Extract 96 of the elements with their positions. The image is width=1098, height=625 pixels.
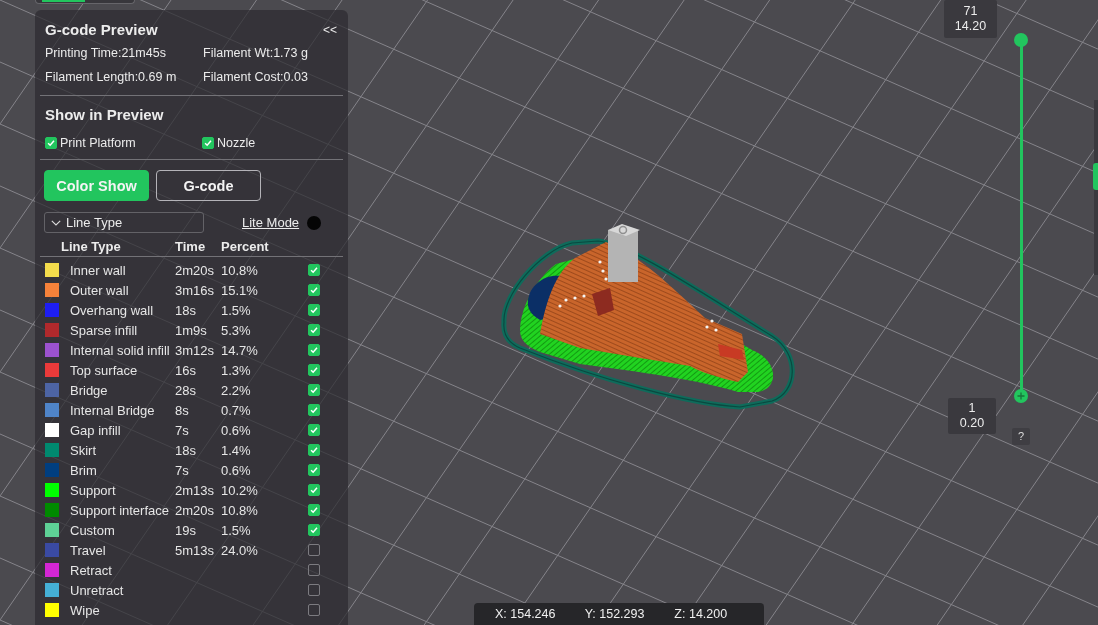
time-cell: 16s xyxy=(175,362,196,378)
percent-cell: 0.6% xyxy=(221,422,251,438)
percent-cell: 1.4% xyxy=(221,442,251,458)
visibility-checkbox[interactable] xyxy=(308,444,320,456)
panel-title: G-code Preview xyxy=(45,20,158,40)
stat-text: Filament Length:0.69 m xyxy=(45,69,177,85)
coordinate-text: X: 154.246 xyxy=(495,606,557,622)
layer-height: 14.20 xyxy=(954,19,987,34)
collapse-button[interactable]: << xyxy=(323,23,337,37)
visibility-checkbox[interactable] xyxy=(308,304,320,316)
visibility-checkbox[interactable] xyxy=(308,504,320,516)
checkbox-label: Nozzle xyxy=(217,135,256,151)
toggle-dot-icon[interactable] xyxy=(307,215,322,230)
time-cell: 8s xyxy=(175,402,189,418)
visibility-checkbox[interactable] xyxy=(308,284,320,296)
section-title: Show in Preview xyxy=(45,105,164,125)
time-cell: 1m9s xyxy=(175,322,207,338)
checkbox-label: Print Platform xyxy=(60,135,136,151)
visibility-checkbox[interactable] xyxy=(308,384,320,396)
line-type-name: Sparse infill xyxy=(70,322,138,338)
visibility-checkbox[interactable] xyxy=(308,344,320,356)
line-type-name: Inner wall xyxy=(70,262,126,278)
coordinate-text: Y: 152.293 xyxy=(584,606,646,622)
time-cell: 3m12s xyxy=(175,342,215,358)
chevron-down-icon xyxy=(51,219,61,226)
column-header: Percent xyxy=(221,240,269,254)
percent-cell: 24.0% xyxy=(221,542,258,558)
view-mode-button[interactable]: G-code xyxy=(156,170,261,201)
line-type-name: Gap infill xyxy=(70,422,121,438)
visibility-checkbox[interactable] xyxy=(308,524,320,536)
visibility-checkbox[interactable] xyxy=(308,464,320,476)
time-cell: 2m20s xyxy=(175,502,215,518)
line-type-name: Support interface xyxy=(70,502,169,518)
side-panel-handle[interactable] xyxy=(1093,163,1098,190)
time-cell: 18s xyxy=(175,442,196,458)
stat-text: Filament Cost:0.03 xyxy=(203,69,308,85)
percent-cell: 10.8% xyxy=(221,502,258,518)
visibility-checkbox[interactable] xyxy=(308,584,320,596)
slider-thumb[interactable] xyxy=(1014,33,1028,47)
line-type-name: Outer wall xyxy=(70,282,129,298)
time-cell: 2m20s xyxy=(175,262,215,278)
layer-number: 71 xyxy=(963,4,978,19)
time-cell: 5m13s xyxy=(175,542,215,558)
line-type-name: Top surface xyxy=(70,362,138,378)
percent-cell: 1.5% xyxy=(221,302,251,318)
percent-cell: 1.3% xyxy=(221,362,251,378)
layer-height: 0.20 xyxy=(959,416,985,431)
percent-cell: 10.2% xyxy=(221,482,258,498)
column-header: Line Type xyxy=(61,240,121,254)
coordinate-text: Z: 14.200 xyxy=(674,606,729,622)
visibility-checkbox[interactable] xyxy=(308,364,320,376)
lite-mode-link[interactable]: Lite Mode xyxy=(242,214,300,231)
time-cell: 2m13s xyxy=(175,482,215,498)
visibility-checkbox[interactable] xyxy=(308,404,320,416)
checkbox[interactable] xyxy=(202,137,214,149)
line-type-name: Internal solid infill xyxy=(70,342,170,358)
line-type-name: Travel xyxy=(70,542,106,558)
time-cell: 18s xyxy=(175,302,196,318)
slider-thumb[interactable] xyxy=(1014,389,1028,403)
time-cell: 3m16s xyxy=(175,282,215,298)
line-type-name: Unretract xyxy=(70,582,124,598)
percent-cell: 2.2% xyxy=(221,382,251,398)
view-type-dropdown[interactable]: Line Type xyxy=(44,212,204,233)
layer-number: 1 xyxy=(968,401,976,416)
column-header: Time xyxy=(175,240,206,254)
stat-text: Printing Time:21m45s xyxy=(45,45,166,61)
stat-text: Filament Wt:1.73 g xyxy=(203,45,308,61)
percent-cell: 0.6% xyxy=(221,462,251,478)
time-cell: 7s xyxy=(175,422,189,438)
line-type-name: Brim xyxy=(70,462,97,478)
line-type-name: Retract xyxy=(70,562,112,578)
percent-cell: 0.7% xyxy=(221,402,251,418)
visibility-checkbox[interactable] xyxy=(308,264,320,276)
line-type-name: Skirt xyxy=(70,442,96,458)
line-type-name: Support xyxy=(70,482,116,498)
percent-cell: 5.3% xyxy=(221,322,251,338)
line-type-name: Internal Bridge xyxy=(70,402,155,418)
visibility-checkbox[interactable] xyxy=(308,604,320,616)
time-cell: 7s xyxy=(175,462,189,478)
checkbox[interactable] xyxy=(45,137,57,149)
visibility-checkbox[interactable] xyxy=(308,484,320,496)
line-type-name: Overhang wall xyxy=(70,302,154,318)
visibility-checkbox[interactable] xyxy=(308,544,320,556)
visibility-checkbox[interactable] xyxy=(308,424,320,436)
line-type-name: Bridge xyxy=(70,382,108,398)
line-type-name: Custom xyxy=(70,522,115,538)
percent-cell: 10.8% xyxy=(221,262,258,278)
help-button[interactable]: ? xyxy=(1012,428,1030,445)
visibility-checkbox[interactable] xyxy=(308,564,320,576)
time-cell: 28s xyxy=(175,382,196,398)
percent-cell: 15.1% xyxy=(221,282,258,298)
percent-cell: 14.7% xyxy=(221,342,258,358)
visibility-checkbox[interactable] xyxy=(308,324,320,336)
line-type-name: Wipe xyxy=(70,602,100,618)
time-cell: 19s xyxy=(175,522,196,538)
percent-cell: 1.5% xyxy=(221,522,251,538)
